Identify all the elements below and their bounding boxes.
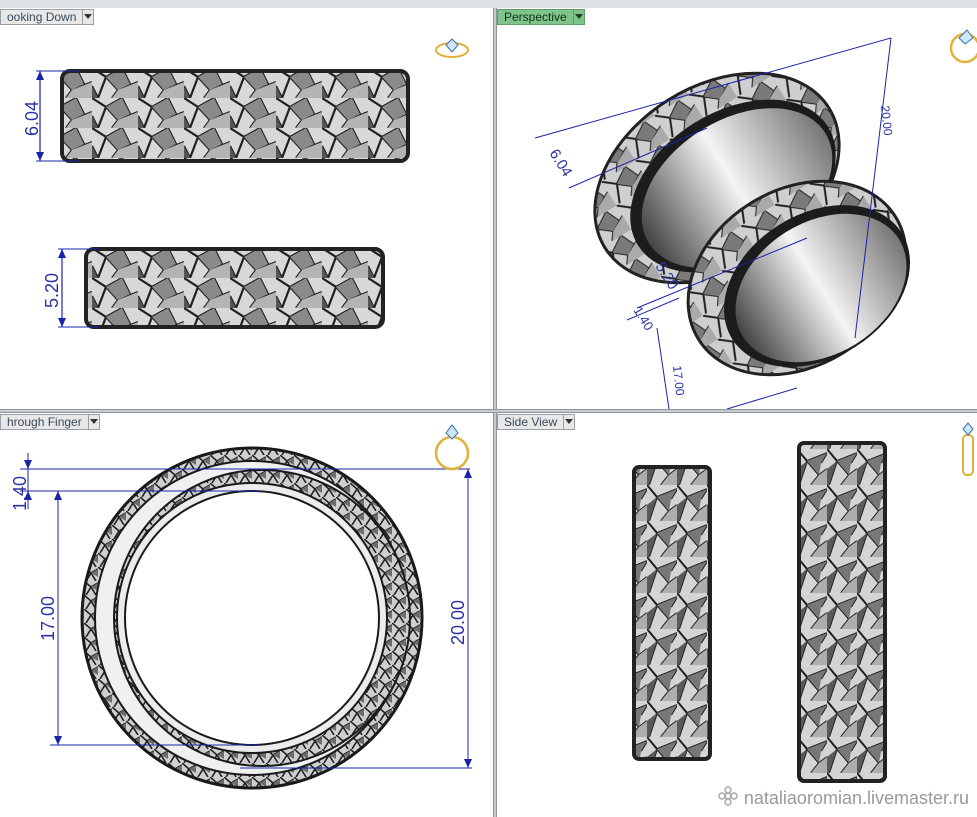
side-ring-narrow bbox=[632, 465, 712, 761]
side-view-canvas bbox=[632, 422, 974, 783]
dim-finger-outer-diameter: 20.00 bbox=[448, 600, 468, 645]
through-finger-canvas: 1.40 17.00 20.00 bbox=[10, 424, 472, 790]
viewport-looking-down[interactable]: 6.04 5.20 ooking Down bbox=[0, 8, 493, 409]
dim-finger-thickness: 1.40 bbox=[10, 476, 30, 511]
dim-upper-ring-width: 6.04 bbox=[22, 101, 42, 136]
lower-ring-top-view bbox=[84, 247, 385, 329]
viewport-splitter-horizontal[interactable] bbox=[0, 409, 977, 413]
dim-finger-inner-diameter: 17.00 bbox=[38, 596, 58, 641]
ring-icon bbox=[434, 424, 470, 471]
side-ring-wide bbox=[797, 441, 887, 783]
chevron-down-icon[interactable] bbox=[82, 10, 93, 24]
ring-icon bbox=[435, 38, 469, 58]
viewport-side-view[interactable]: Side View bbox=[497, 413, 977, 817]
chevron-down-icon[interactable] bbox=[87, 415, 99, 429]
dim-perspective-diameter: 20.00 bbox=[878, 105, 895, 137]
dim-perspective-inner-diameter: 17.00 bbox=[670, 365, 687, 397]
watermark: nataliaoromian.livemaster.ru bbox=[718, 786, 969, 811]
watermark-text: nataliaoromian.livemaster.ru bbox=[743, 788, 969, 808]
ring-cross-section bbox=[80, 446, 424, 790]
dim-lower-ring-width: 5.20 bbox=[42, 273, 62, 308]
viewport-label-perspective[interactable]: Perspective bbox=[497, 9, 585, 25]
viewport-perspective[interactable]: 6.04 20.00 5.20 1.40 17.00 Perspective bbox=[497, 8, 977, 409]
flower-icon bbox=[718, 786, 738, 811]
looking-down-canvas: 6.04 5.20 bbox=[22, 38, 469, 329]
viewport-label-looking-down[interactable]: ooking Down bbox=[0, 9, 95, 25]
viewport-label-side-view[interactable]: Side View bbox=[497, 414, 576, 430]
dim-perspective-ring-a: 6.04 bbox=[546, 146, 576, 180]
dim-perspective-thickness: 1.40 bbox=[630, 304, 656, 333]
upper-ring-top-view bbox=[60, 69, 410, 163]
viewport-label-through-finger[interactable]: hrough Finger bbox=[0, 414, 100, 430]
ring-icon bbox=[962, 422, 974, 476]
chevron-down-icon[interactable] bbox=[563, 415, 574, 429]
viewport-through-finger[interactable]: 1.40 17.00 20.00 hrough Finger bbox=[0, 413, 493, 817]
perspective-canvas: 6.04 20.00 5.20 1.40 17.00 bbox=[534, 29, 977, 409]
ring-icon bbox=[949, 29, 977, 64]
chevron-down-icon[interactable] bbox=[572, 10, 584, 24]
